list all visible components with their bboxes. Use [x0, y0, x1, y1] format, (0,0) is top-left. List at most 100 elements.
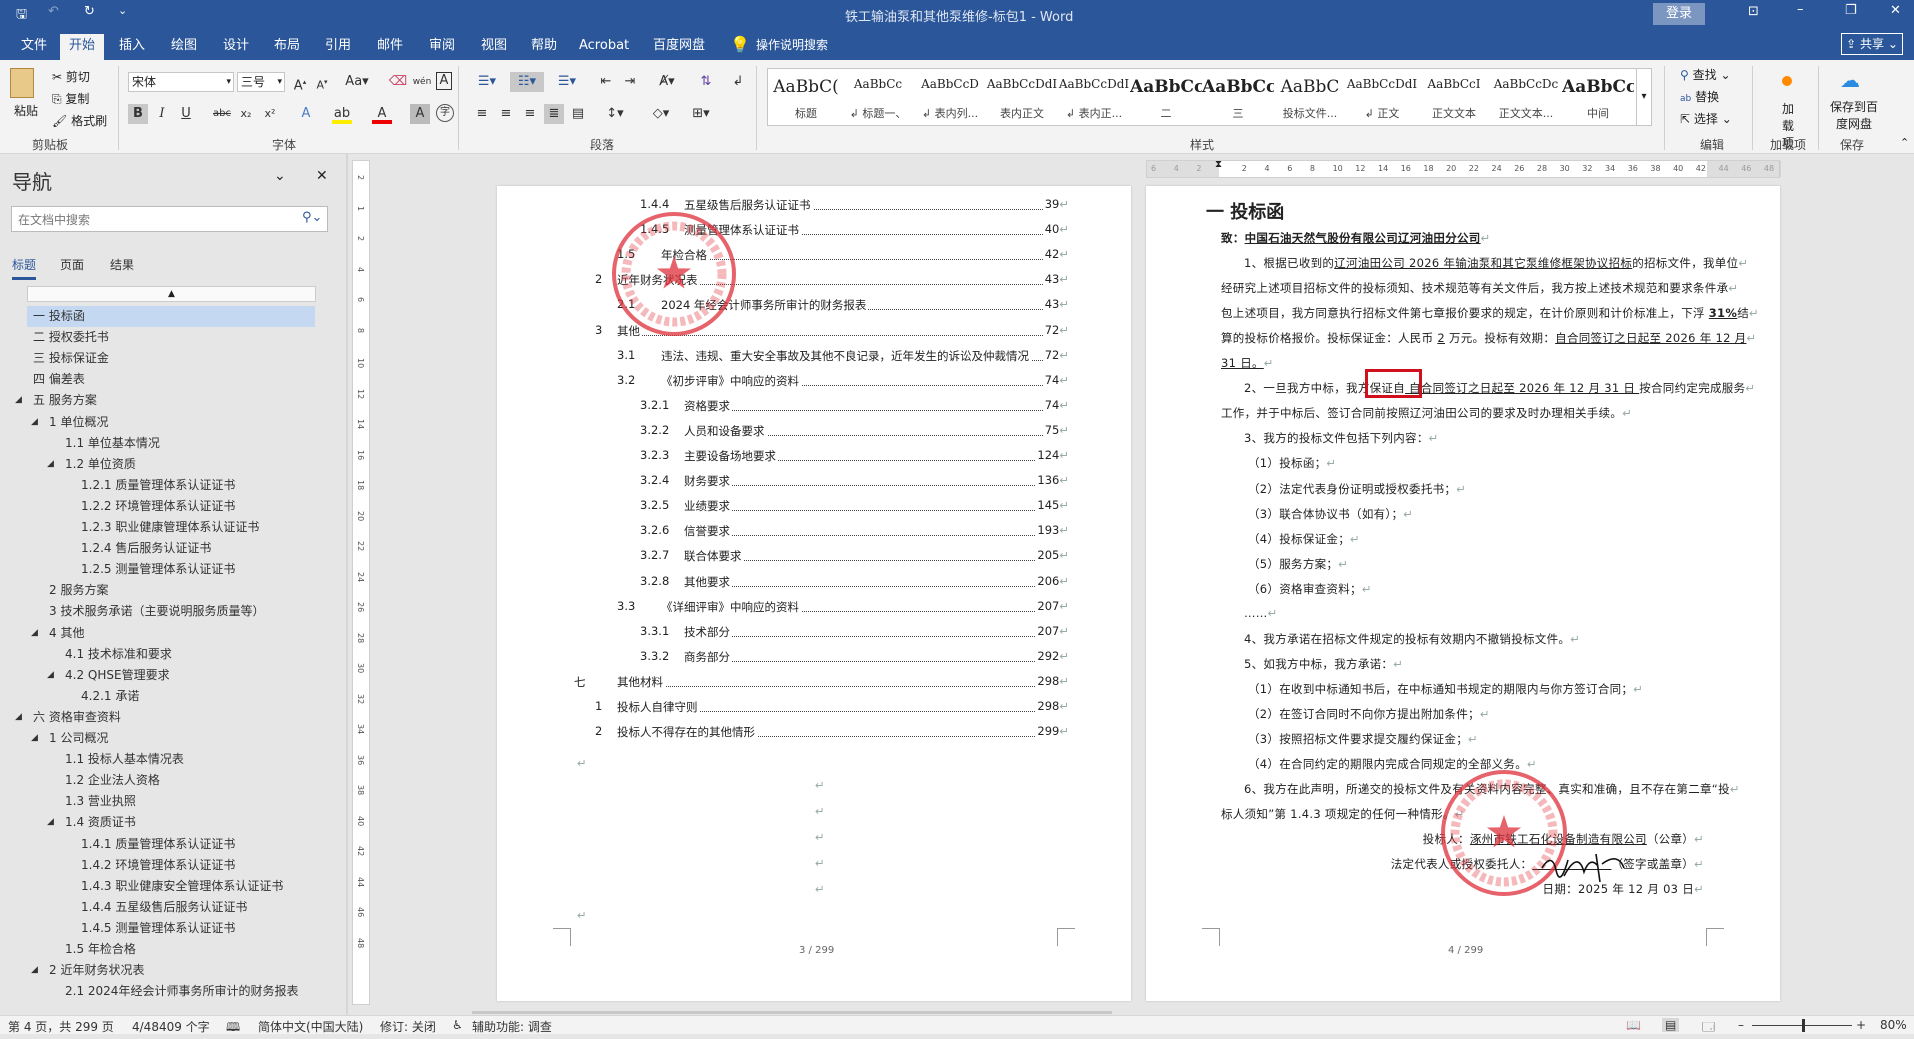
nav-item[interactable]: ◢ 1 单位概况 [27, 412, 315, 433]
document-line[interactable]: 3、我方的投标文件包括下列内容：↵ [1244, 430, 1439, 446]
web-layout-icon[interactable]: 🗔 [1702, 1018, 1715, 1039]
redo-icon[interactable]: ↻ [84, 4, 95, 19]
paste-button[interactable]: 粘贴 [14, 102, 38, 119]
nav-item[interactable]: 1.2.5 测量管理体系认证证书 [27, 559, 315, 580]
language-status[interactable]: 简体中文(中国大陆) [258, 1018, 363, 1035]
enclose-character-icon[interactable]: 字 [436, 104, 454, 122]
nav-item[interactable]: 2.1 2024年经会计师事务所审计的财务报表 [27, 981, 315, 1002]
document-line[interactable]: （3）按照招标文件要求提交履约保证金；↵ [1248, 731, 1478, 747]
toc-entry[interactable]: 3.2.2 人员和设备要求 75↵ [497, 422, 1131, 439]
document-line[interactable]: （2）法定代表身份证明或授权委托书；↵ [1248, 481, 1466, 497]
expand-triangle-icon[interactable]: ◢ [47, 454, 54, 475]
qat-customize-icon[interactable]: ⌄ [118, 4, 127, 17]
toc-entry[interactable]: 3.2.4 财务要求 136↵ [497, 473, 1131, 490]
justify-icon[interactable]: ≣ [544, 104, 564, 124]
style-item[interactable]: AaBbCc 三 [1202, 69, 1274, 125]
nav-tab-1[interactable]: 页面 [60, 256, 84, 273]
document-line[interactable]: 31 日。↵ [1221, 355, 1274, 371]
document-line[interactable]: 2、一旦我方中标，我方保证自 自合同签订之日起至 2026 年 12 月 31 … [1244, 380, 1755, 396]
style-item[interactable]: AaBbCcDdI ↲ 表内正... [1058, 69, 1130, 125]
nav-item[interactable]: 一 投标函 [27, 306, 315, 327]
restore-icon[interactable]: ❐ [1845, 3, 1857, 18]
document-line[interactable]: （1）投标函；↵ [1248, 455, 1336, 471]
font-name-combo[interactable]: 宋体 ▾ [128, 72, 234, 92]
page-count[interactable]: 第 4 页，共 299 页 [8, 1018, 114, 1035]
borders-icon[interactable]: ⊞▾ [686, 104, 716, 124]
document-line[interactable]: （3）联合体协议书（如有）；↵ [1248, 506, 1413, 522]
clear-format-icon[interactable]: ⌫ [388, 72, 408, 92]
toc-entry[interactable]: 七 其他材料 298↵ [497, 673, 1131, 690]
collapse-ribbon-icon[interactable]: ⌃ [1900, 136, 1909, 149]
login-button[interactable]: 登录 [1653, 3, 1705, 25]
nav-item[interactable]: 1.2.1 质量管理体系认证证书 [27, 475, 315, 496]
indent-marker-icon[interactable]: ⧗ [1215, 159, 1222, 170]
document-line[interactable]: （4）投标保证金；↵ [1248, 531, 1360, 547]
superscript-icon[interactable]: x² [260, 104, 280, 124]
style-item[interactable]: AaBbCcDdI 表内正文 [986, 69, 1058, 125]
toc-entry[interactable]: 2.1 2024 年经会计师事务所审计的财务报表 43↵ [497, 297, 1131, 314]
page-4[interactable]: 一 投标函 致：中国石油天然气股份有限公司辽河油田分公司↵ 1、根据已收到的辽河油田… [1146, 186, 1780, 1001]
nav-item[interactable]: 1.2.4 售后服务认证证书 [27, 538, 315, 559]
nav-item[interactable]: 四 偏差表 [27, 369, 315, 390]
align-center-icon[interactable]: ≡ [496, 104, 516, 124]
nav-item[interactable]: 二 授权委托书 [27, 327, 315, 348]
tab-0[interactable]: 文件 [12, 34, 56, 60]
accessibility-status[interactable]: 辅助功能: 调查 [472, 1018, 552, 1035]
save-to-baidu-button[interactable]: 保存到百度网盘 [1826, 98, 1882, 132]
zoom-level[interactable]: 80% [1880, 1018, 1907, 1032]
nav-tab-0[interactable]: 标题 [12, 256, 37, 280]
decrease-indent-icon[interactable]: ⇤ [596, 72, 616, 92]
tab-6[interactable]: 引用 [316, 34, 360, 60]
nav-item[interactable]: 1.3 营业执照 [27, 791, 315, 812]
zoom-slider-thumb[interactable] [1802, 1019, 1805, 1032]
proofing-icon[interactable]: 🕮 [226, 1018, 240, 1039]
toc-entry[interactable]: 3.2.7 联合体要求 205↵ [497, 548, 1131, 565]
read-mode-icon[interactable]: 📖 [1626, 1018, 1641, 1032]
word-count[interactable]: 4/48409 个字 [132, 1018, 210, 1035]
nav-item[interactable]: ◢ 4.2 QHSE管理要求 [27, 665, 315, 686]
nav-item[interactable]: ◢ 4 其他 [27, 623, 315, 644]
cut-button[interactable]: ✂ 剪切 [52, 68, 90, 85]
document-line[interactable]: 1、根据已收到的辽河油田公司 2026 年输油泵和其它泵维修框架协议招标的招标文… [1244, 255, 1748, 271]
toc-entry[interactable]: 3 其他 72↵ [497, 322, 1131, 339]
italic-icon[interactable]: I [152, 104, 172, 124]
paste-icon[interactable] [10, 68, 34, 98]
style-item[interactable]: AaBbCcDdI ↲ 正文 [1346, 69, 1418, 125]
style-item[interactable]: AaBbCcDc 正文文本... [1490, 69, 1562, 125]
line-spacing-icon[interactable]: ↕▾ [600, 104, 630, 124]
style-item[interactable]: AaBbCc 中间 [1562, 69, 1634, 125]
tab-1[interactable]: 开始 [60, 34, 105, 60]
vertical-ruler[interactable]: 2 1 2 4 6 8 10 12 14 16 18 20 22 24 26 28 30 32 34 36 38 40 42… [352, 160, 370, 1005]
nav-scrollbar[interactable] [346, 154, 348, 1015]
subscript-icon[interactable]: x₂ [236, 104, 256, 124]
close-icon[interactable]: ✕ [1890, 3, 1901, 18]
style-item[interactable]: AaBbC(标题 [770, 69, 842, 125]
document-scrollbar[interactable] [1898, 160, 1912, 1010]
tab-8[interactable]: 审阅 [420, 34, 464, 60]
nav-item[interactable]: ◢ 1.4 资质证书 [27, 812, 315, 833]
zoom-in-button[interactable]: + [1856, 1018, 1866, 1032]
nav-item[interactable]: ◢ 2 近年财务状况表 [27, 960, 315, 981]
toc-entry[interactable]: 3.3.1 技术部分 207↵ [497, 623, 1131, 640]
tab-5[interactable]: 布局 [265, 34, 309, 60]
style-item[interactable]: AaBbCcD ↲ 表内列... [914, 69, 986, 125]
underline-icon[interactable]: U [176, 104, 196, 124]
nav-item[interactable]: 1.5 年检合格 [27, 939, 315, 960]
tab-12[interactable]: 百度网盘 [644, 34, 714, 60]
document-line[interactable]: 工作，并于中标后、签订合同前按照辽河油田公司的要求及时办理相关手续。↵ [1221, 405, 1632, 421]
character-border-icon[interactable]: A [436, 72, 452, 90]
nav-item[interactable]: 1.4.1 质量管理体系认证证书 [27, 834, 315, 855]
expand-triangle-icon[interactable]: ◢ [47, 812, 54, 833]
toc-entry[interactable]: 3.3 《详细评审》中响应的资料 207↵ [497, 598, 1131, 615]
find-button[interactable]: ⚲ 查找 ⌄ [1680, 66, 1731, 83]
asian-layout-icon[interactable]: Ⱥ▾ [652, 72, 682, 92]
search-icon[interactable]: ⚲⌄ [302, 210, 322, 225]
bullets-icon[interactable]: ☰▾ [472, 72, 502, 92]
strikethrough-icon[interactable]: abc [212, 104, 232, 124]
multilevel-list-icon[interactable]: ☰▾ [552, 72, 582, 92]
horizontal-ruler[interactable]: 6422468101214161820222426283032343638404… [1146, 159, 1781, 178]
tab-7[interactable]: 邮件 [368, 34, 412, 60]
tab-9[interactable]: 视图 [472, 34, 516, 60]
nav-close-icon[interactable]: ✕ [316, 168, 328, 184]
expand-triangle-icon[interactable]: ◢ [15, 707, 22, 728]
